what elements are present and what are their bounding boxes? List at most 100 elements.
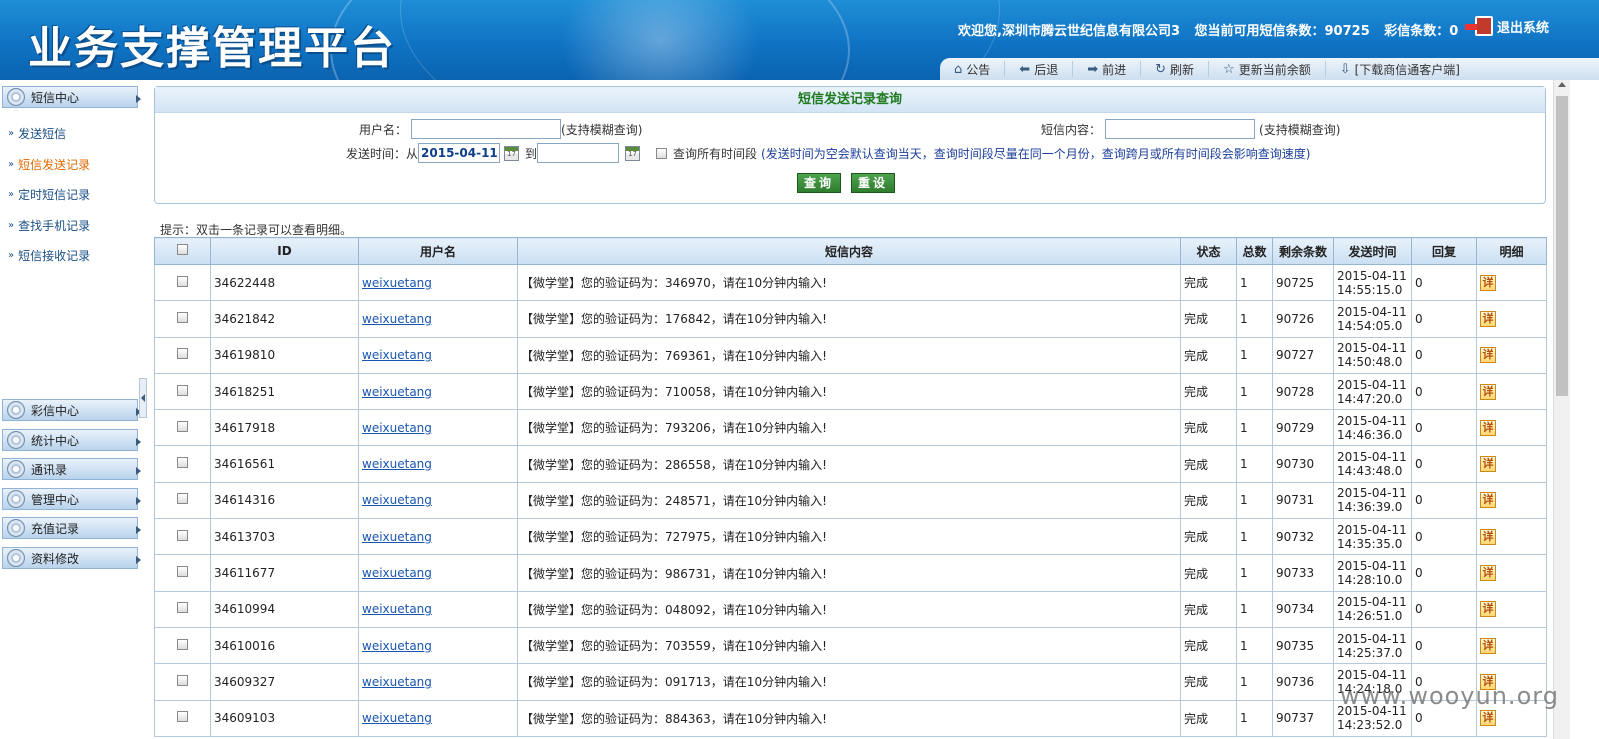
username-cell: weixuetang: [358, 699, 518, 737]
sidebar-section-recharge[interactable]: 充值记录: [2, 517, 141, 539]
username-link[interactable]: weixuetang: [362, 639, 432, 653]
column-header[interactable]: 明细: [1476, 237, 1547, 265]
detail-icon[interactable]: 详: [1480, 274, 1496, 291]
username-link[interactable]: weixuetang: [362, 457, 432, 471]
update-balance-button[interactable]: ☆ 更新当前余额: [1209, 61, 1326, 77]
date-from-input[interactable]: [418, 143, 501, 163]
table-row[interactable]: 34618251 weixuetang 【微学堂】您的验证码为：710058，请在1…: [154, 372, 1547, 411]
row-checkbox[interactable]: [177, 311, 188, 323]
username-link[interactable]: weixuetang: [362, 421, 432, 435]
column-header[interactable]: 回复: [1411, 237, 1477, 265]
username-link[interactable]: weixuetang: [362, 348, 432, 362]
table-row[interactable]: 34609327 weixuetang 【微学堂】您的验证码为：091713，请在1…: [154, 663, 1547, 701]
table-row[interactable]: 34622448 weixuetang 【微学堂】您的验证码为：346970，请在1…: [154, 263, 1547, 302]
search-button[interactable]: 查询: [797, 173, 841, 193]
table-row[interactable]: 34613703 weixuetang 【微学堂】您的验证码为：727975，请在1…: [154, 518, 1547, 556]
total-cell: 1: [1236, 336, 1273, 374]
all-time-checkbox[interactable]: [656, 147, 668, 159]
sidebar-section-management[interactable]: 管理中心: [2, 488, 141, 510]
detail-icon[interactable]: 详: [1480, 637, 1496, 654]
scroll-up-icon[interactable]: [1558, 82, 1566, 87]
table-row[interactable]: 34617918 weixuetang 【微学堂】您的验证码为：793206，请在1…: [154, 409, 1547, 447]
sidebar-section-sms-center[interactable]: 短信中心: [2, 86, 141, 108]
table-row[interactable]: 34614316 weixuetang 【微学堂】您的验证码为：248571，请在1…: [154, 481, 1547, 520]
sidebar-section-contacts[interactable]: 通讯录: [2, 458, 141, 480]
row-checkbox[interactable]: [177, 275, 188, 287]
sidebar-section-mms-center[interactable]: 彩信中心: [2, 399, 141, 421]
table-row[interactable]: 34619810 weixuetang 【微学堂】您的验证码为：769361，请在1…: [154, 336, 1547, 374]
row-checkbox[interactable]: [177, 384, 188, 396]
username-link[interactable]: weixuetang: [362, 530, 432, 544]
row-checkbox[interactable]: [177, 674, 188, 686]
back-button[interactable]: ⬅ 后退: [1005, 61, 1074, 77]
row-checkbox[interactable]: [177, 711, 188, 723]
calendar-icon[interactable]: 17: [625, 145, 641, 161]
calendar-icon[interactable]: 17: [504, 145, 520, 161]
username-link[interactable]: weixuetang: [362, 566, 432, 580]
table-row[interactable]: 34621842 weixuetang 【微学堂】您的验证码为：176842，请在1…: [154, 300, 1547, 338]
column-header[interactable]: 用户名: [358, 237, 518, 265]
table-row[interactable]: 34610994 weixuetang 【微学堂】您的验证码为：048092，请在1…: [154, 590, 1547, 628]
logout-button[interactable]: 退出系统: [1465, 16, 1549, 36]
sidebar-collapse-handle[interactable]: [139, 378, 147, 418]
sidebar-section-stats-center[interactable]: 统计中心: [2, 429, 141, 451]
username-link[interactable]: weixuetang: [362, 602, 432, 616]
detail-icon[interactable]: 详: [1480, 310, 1496, 327]
download-client-button[interactable]: ⇩ [下载商信通客户端]: [1326, 61, 1474, 77]
content-cell: 【微学堂】您的验证码为：176842，请在10分钟内输入!: [517, 300, 1181, 338]
sidebar-item-scheduled-records[interactable]: » 定时短信记录: [8, 186, 90, 203]
row-checkbox[interactable]: [177, 420, 188, 432]
sidebar-item-send-records[interactable]: » 短信发送记录: [8, 156, 90, 173]
scroll-thumb[interactable]: [1556, 96, 1568, 396]
username-link[interactable]: weixuetang: [362, 385, 432, 399]
column-header[interactable]: 状态: [1180, 237, 1237, 265]
username-input[interactable]: [411, 119, 562, 139]
send-time-cell: 2015-04-11 14:26:51.0: [1333, 590, 1412, 628]
detail-icon[interactable]: 详: [1480, 492, 1496, 509]
select-all-checkbox[interactable]: [177, 244, 188, 255]
detail-icon[interactable]: 详: [1480, 347, 1496, 364]
table-row[interactable]: 34609103 weixuetang 【微学堂】您的验证码为：884363，请在1…: [154, 699, 1547, 737]
column-header[interactable]: 剩余条数: [1272, 237, 1334, 265]
column-header[interactable]: 发送时间: [1333, 237, 1412, 265]
username-link[interactable]: weixuetang: [362, 276, 432, 290]
detail-icon[interactable]: 详: [1480, 528, 1496, 545]
sidebar-item-label: 发送短信: [18, 127, 67, 141]
sidebar-item-receive-records[interactable]: » 短信接收记录: [8, 247, 90, 264]
row-checkbox[interactable]: [177, 529, 188, 541]
detail-icon[interactable]: 详: [1480, 419, 1496, 436]
refresh-button[interactable]: ↻ 刷新: [1141, 61, 1210, 77]
username-link[interactable]: weixuetang: [362, 711, 432, 725]
forward-button[interactable]: ➡ 前进: [1073, 61, 1142, 77]
table-row[interactable]: 34610016 weixuetang 【微学堂】您的验证码为：703559，请在1…: [154, 626, 1547, 665]
date-to-input[interactable]: [537, 143, 620, 163]
table-row[interactable]: 34611677 weixuetang 【微学堂】您的验证码为：986731，请在1…: [154, 554, 1547, 592]
row-checkbox[interactable]: [177, 566, 188, 578]
content-input[interactable]: [1105, 119, 1256, 139]
detail-icon[interactable]: 详: [1480, 601, 1496, 618]
detail-icon[interactable]: 详: [1480, 456, 1496, 473]
vertical-scrollbar[interactable]: [1553, 80, 1570, 739]
column-header[interactable]: 总数: [1236, 237, 1273, 265]
row-checkbox[interactable]: [177, 457, 188, 469]
column-header[interactable]: ID: [210, 237, 359, 265]
send-clock: 14:46:36.0: [1337, 427, 1403, 442]
row-checkbox[interactable]: [177, 602, 188, 614]
table-row[interactable]: 34616561 weixuetang 【微学堂】您的验证码为：286558，请在1…: [154, 445, 1547, 483]
select-all-header: [154, 237, 211, 265]
detail-icon[interactable]: 详: [1480, 710, 1496, 727]
row-checkbox[interactable]: [177, 348, 188, 360]
sidebar-item-send-sms[interactable]: » 发送短信: [8, 125, 66, 142]
sidebar-section-profile[interactable]: 资料修改: [2, 547, 141, 569]
notice-button[interactable]: ⌂ 公告: [940, 61, 1006, 77]
detail-icon[interactable]: 详: [1480, 383, 1496, 400]
row-checkbox[interactable]: [177, 638, 188, 650]
username-link[interactable]: weixuetang: [362, 312, 432, 326]
detail-icon[interactable]: 详: [1480, 565, 1496, 582]
username-link[interactable]: weixuetang: [362, 493, 432, 507]
row-checkbox[interactable]: [177, 493, 188, 505]
sidebar-item-find-phone[interactable]: » 查找手机记录: [8, 217, 90, 234]
username-link[interactable]: weixuetang: [362, 675, 432, 689]
column-header[interactable]: 短信内容: [517, 237, 1181, 265]
reset-button[interactable]: 重设: [851, 173, 895, 193]
